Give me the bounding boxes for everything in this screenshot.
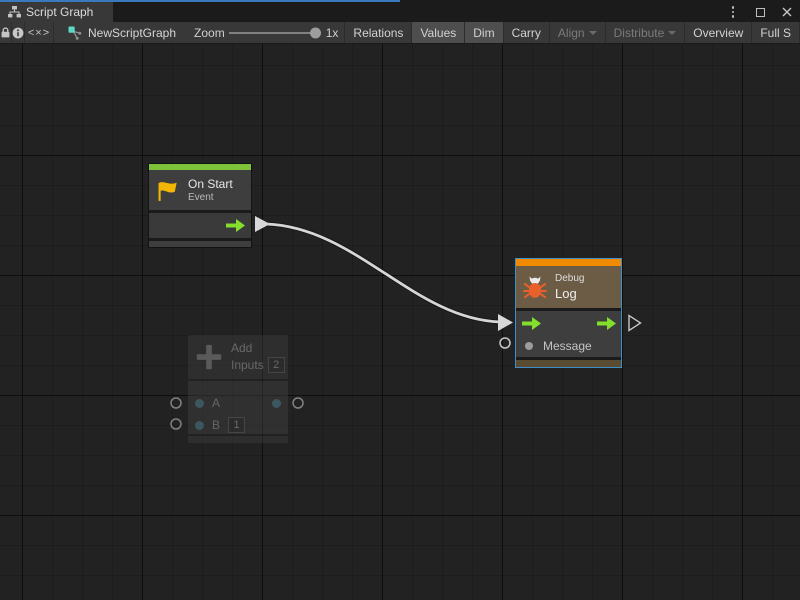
debug-output-hollow-arrow <box>629 316 641 331</box>
values-button[interactable]: Values <box>412 22 465 43</box>
zoom-label: Zoom <box>186 22 229 43</box>
inputs-count-field[interactable]: 2 <box>268 357 285 373</box>
add-header: Add Inputs 2 <box>188 335 288 379</box>
code-toggle-button[interactable]: <×> <box>25 22 54 43</box>
zoom-slider-track <box>229 32 321 34</box>
window-controls <box>726 2 794 22</box>
debug-log-ports: Message <box>516 308 621 357</box>
debug-log-header: Debug Log <box>516 266 621 308</box>
script-graph-window: Script Graph <box>0 0 800 600</box>
carry-label: Carry <box>512 26 541 40</box>
message-value-port[interactable] <box>525 342 533 350</box>
node-debug-log[interactable]: Debug Log <box>515 258 622 368</box>
hierarchy-icon <box>8 6 21 18</box>
message-port-outer-ring <box>500 338 510 348</box>
node-on-start[interactable]: On Start Event <box>148 163 252 248</box>
chevron-down-icon <box>668 31 676 35</box>
values-label: Values <box>420 26 456 40</box>
distribute-button[interactable]: Distribute <box>606 22 686 43</box>
chevron-down-icon <box>589 31 597 35</box>
zoom-slider[interactable] <box>229 22 321 43</box>
menu-icon[interactable] <box>726 4 740 20</box>
port-b-label: B <box>212 418 220 432</box>
value-port-a[interactable] <box>195 399 204 408</box>
lock-button[interactable] <box>0 22 12 43</box>
info-button[interactable] <box>12 22 25 43</box>
graph-toolbar: <×> NewScriptGraph Zoom 1x Relations Val… <box>0 22 800 44</box>
graph-name-button[interactable]: NewScriptGraph <box>54 22 186 43</box>
connection-end-arrow <box>498 314 513 331</box>
zoom-slider-handle[interactable] <box>310 27 321 38</box>
overview-button[interactable]: Overview <box>685 22 752 43</box>
node-category: Debug <box>555 273 584 284</box>
graph-asset-icon <box>68 26 82 40</box>
fullscreen-label: Full S <box>760 26 791 40</box>
node-title: On Start <box>188 177 233 191</box>
debug-log-footer <box>516 357 621 367</box>
connection-start-arrow <box>255 216 270 232</box>
dim-button[interactable]: Dim <box>465 22 503 43</box>
lock-icon <box>0 26 11 39</box>
dim-label: Dim <box>473 26 494 40</box>
zoom-value: 1x <box>321 22 346 43</box>
node-add[interactable]: Add Inputs 2 A B 1 <box>188 335 288 443</box>
align-button[interactable]: Align <box>550 22 606 43</box>
info-icon <box>12 27 24 39</box>
overview-label: Overview <box>693 26 743 40</box>
align-label: Align <box>558 26 585 40</box>
on-start-footer <box>149 238 251 247</box>
message-port-label: Message <box>543 339 592 353</box>
exec-output-port-icon[interactable] <box>226 219 245 232</box>
inputs-field-label: Inputs <box>231 358 264 372</box>
tab-bar: Script Graph <box>0 0 800 22</box>
node-title: Add <box>231 341 285 355</box>
add-ports: A B 1 <box>188 379 288 434</box>
exec-input-port-icon[interactable] <box>522 317 541 330</box>
add-port-b-outer-ring <box>171 419 181 429</box>
distribute-label: Distribute <box>614 26 665 40</box>
relations-button[interactable]: Relations <box>345 22 412 43</box>
carry-button[interactable]: Carry <box>504 22 550 43</box>
graph-canvas[interactable]: On Start Event <box>0 44 800 600</box>
value-output-port[interactable] <box>272 399 281 408</box>
port-b-value-field[interactable]: 1 <box>228 417 245 433</box>
exec-output-port-icon[interactable] <box>597 317 616 330</box>
on-start-ports <box>149 210 251 238</box>
maximize-icon[interactable] <box>753 4 767 20</box>
on-start-header: On Start Event <box>149 170 251 210</box>
connection-layer <box>0 44 800 600</box>
port-a-label: A <box>212 396 220 410</box>
fullscreen-button[interactable]: Full S <box>752 22 800 43</box>
plus-icon <box>194 342 224 372</box>
code-toggle-icon: <×> <box>28 27 50 39</box>
bug-icon <box>523 275 547 299</box>
close-icon[interactable] <box>780 4 794 20</box>
tab-title: Script Graph <box>26 5 93 19</box>
value-port-b[interactable] <box>195 421 204 430</box>
exec-connection-wire <box>266 224 500 322</box>
relations-label: Relations <box>353 26 403 40</box>
tab-script-graph[interactable]: Script Graph <box>0 2 113 22</box>
node-title: Log <box>555 286 584 301</box>
add-port-a-outer-ring <box>171 398 181 408</box>
node-subtitle: Event <box>188 192 233 203</box>
graph-name-label: NewScriptGraph <box>88 26 176 40</box>
add-output-outer-ring <box>293 398 303 408</box>
flag-icon <box>155 178 180 203</box>
debug-accent-bar <box>516 259 621 266</box>
